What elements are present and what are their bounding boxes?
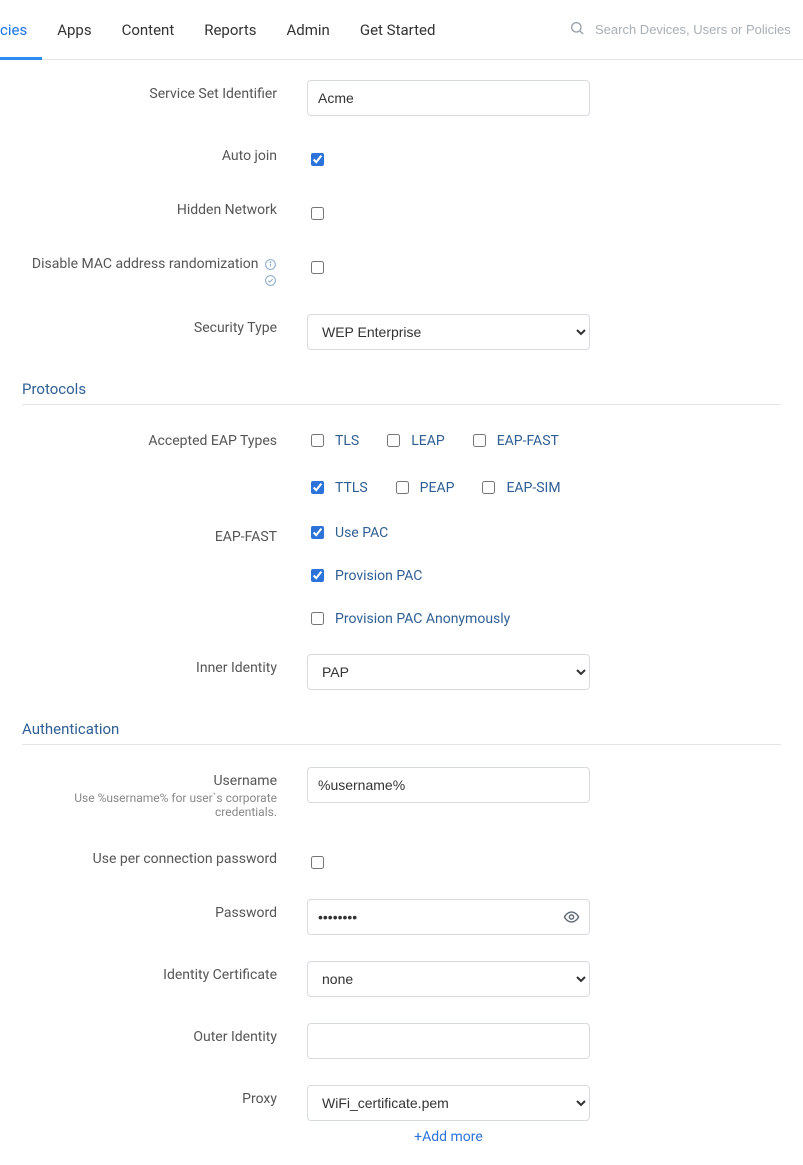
search-icon: [569, 20, 593, 40]
eap-fast-checkbox[interactable]: [473, 434, 486, 447]
form: Service Set Identifier Auto join Hidden …: [0, 60, 803, 1165]
search-input[interactable]: [593, 21, 793, 38]
provision-pac-label: Provision PAC: [335, 568, 422, 584]
topbar: cies Apps Content Reports Admin Get Star…: [0, 0, 803, 60]
nav-item-admin[interactable]: Admin: [272, 0, 345, 59]
info-icon[interactable]: [264, 258, 277, 271]
search: [569, 20, 793, 40]
eye-icon[interactable]: [563, 909, 580, 926]
disable-mac-text: Disable MAC address randomization: [32, 256, 259, 272]
nav-label: Content: [122, 21, 175, 39]
eap-fast-label: EAP-FAST: [22, 523, 307, 545]
eap-tls[interactable]: TLS: [307, 431, 359, 450]
eap-leap[interactable]: LEAP: [383, 431, 444, 450]
provision-pac-anon-label: Provision PAC Anonymously: [335, 611, 510, 627]
nav-label: Get Started: [360, 21, 436, 39]
auto-join-label: Auto join: [22, 142, 307, 164]
eap-sim-checkbox[interactable]: [482, 481, 495, 494]
security-type-select[interactable]: WEP Enterprise: [307, 314, 590, 350]
section-authentication: Authentication: [22, 716, 781, 745]
nav-item-content[interactable]: Content: [107, 0, 190, 59]
eap-peap-checkbox[interactable]: [396, 481, 409, 494]
eap-leap-checkbox[interactable]: [387, 434, 400, 447]
proxy-label: Proxy: [22, 1085, 307, 1107]
per-conn-checkbox[interactable]: [311, 856, 324, 869]
eap-tls-checkbox[interactable]: [311, 434, 324, 447]
nav-label: Reports: [204, 21, 256, 39]
inner-identity-select[interactable]: PAP: [307, 654, 590, 690]
nav-label: Apps: [57, 21, 91, 39]
username-label: Username: [213, 773, 277, 789]
eap-ttls-checkbox[interactable]: [311, 481, 324, 494]
ssid-label: Service Set Identifier: [22, 80, 307, 102]
outer-identity-input[interactable]: [307, 1023, 590, 1059]
security-type-label: Security Type: [22, 314, 307, 336]
use-pac-checkbox[interactable]: [311, 526, 324, 539]
provision-pac-checkbox[interactable]: [311, 569, 324, 582]
ssid-input[interactable]: [307, 80, 590, 116]
username-hint: Use %username% for user`s corporate cred…: [22, 791, 277, 819]
password-label: Password: [22, 899, 307, 921]
nav-item-policies[interactable]: cies: [0, 0, 42, 59]
add-more-link[interactable]: +Add more: [307, 1127, 590, 1145]
disable-mac-label: Disable MAC address randomization: [22, 250, 307, 288]
hidden-network-label: Hidden Network: [22, 196, 307, 218]
auto-join-checkbox[interactable]: [311, 153, 324, 166]
disable-mac-checkbox[interactable]: [311, 261, 324, 274]
eap-fast[interactable]: EAP-FAST: [469, 431, 559, 450]
inner-identity-label: Inner Identity: [22, 654, 307, 676]
outer-identity-label: Outer Identity: [22, 1023, 307, 1045]
check-circle-icon: [264, 274, 277, 287]
use-pac-label: Use PAC: [335, 525, 388, 541]
provision-pac-anon-checkbox[interactable]: [311, 612, 324, 625]
nav-label: Admin: [287, 21, 330, 39]
nav-item-apps[interactable]: Apps: [42, 0, 106, 59]
eap-ttls[interactable]: TTLS: [307, 478, 368, 497]
eap-peap[interactable]: PEAP: [392, 478, 455, 497]
username-input[interactable]: [307, 767, 590, 803]
nav-item-get-started[interactable]: Get Started: [345, 0, 451, 59]
hidden-network-checkbox[interactable]: [311, 207, 324, 220]
proxy-select[interactable]: WiFi_certificate.pem: [307, 1085, 590, 1121]
accepted-eap-label: Accepted EAP Types: [22, 427, 307, 449]
identity-cert-select[interactable]: none: [307, 961, 590, 997]
eap-sim[interactable]: EAP-SIM: [478, 478, 560, 497]
section-protocols: Protocols: [22, 376, 781, 405]
password-input[interactable]: [307, 899, 590, 935]
nav-label: cies: [0, 21, 27, 39]
username-label-col: Username Use %username% for user`s corpo…: [22, 767, 307, 819]
top-nav: cies Apps Content Reports Admin Get Star…: [0, 0, 450, 59]
per-conn-label: Use per connection password: [22, 845, 307, 867]
nav-item-reports[interactable]: Reports: [189, 0, 271, 59]
